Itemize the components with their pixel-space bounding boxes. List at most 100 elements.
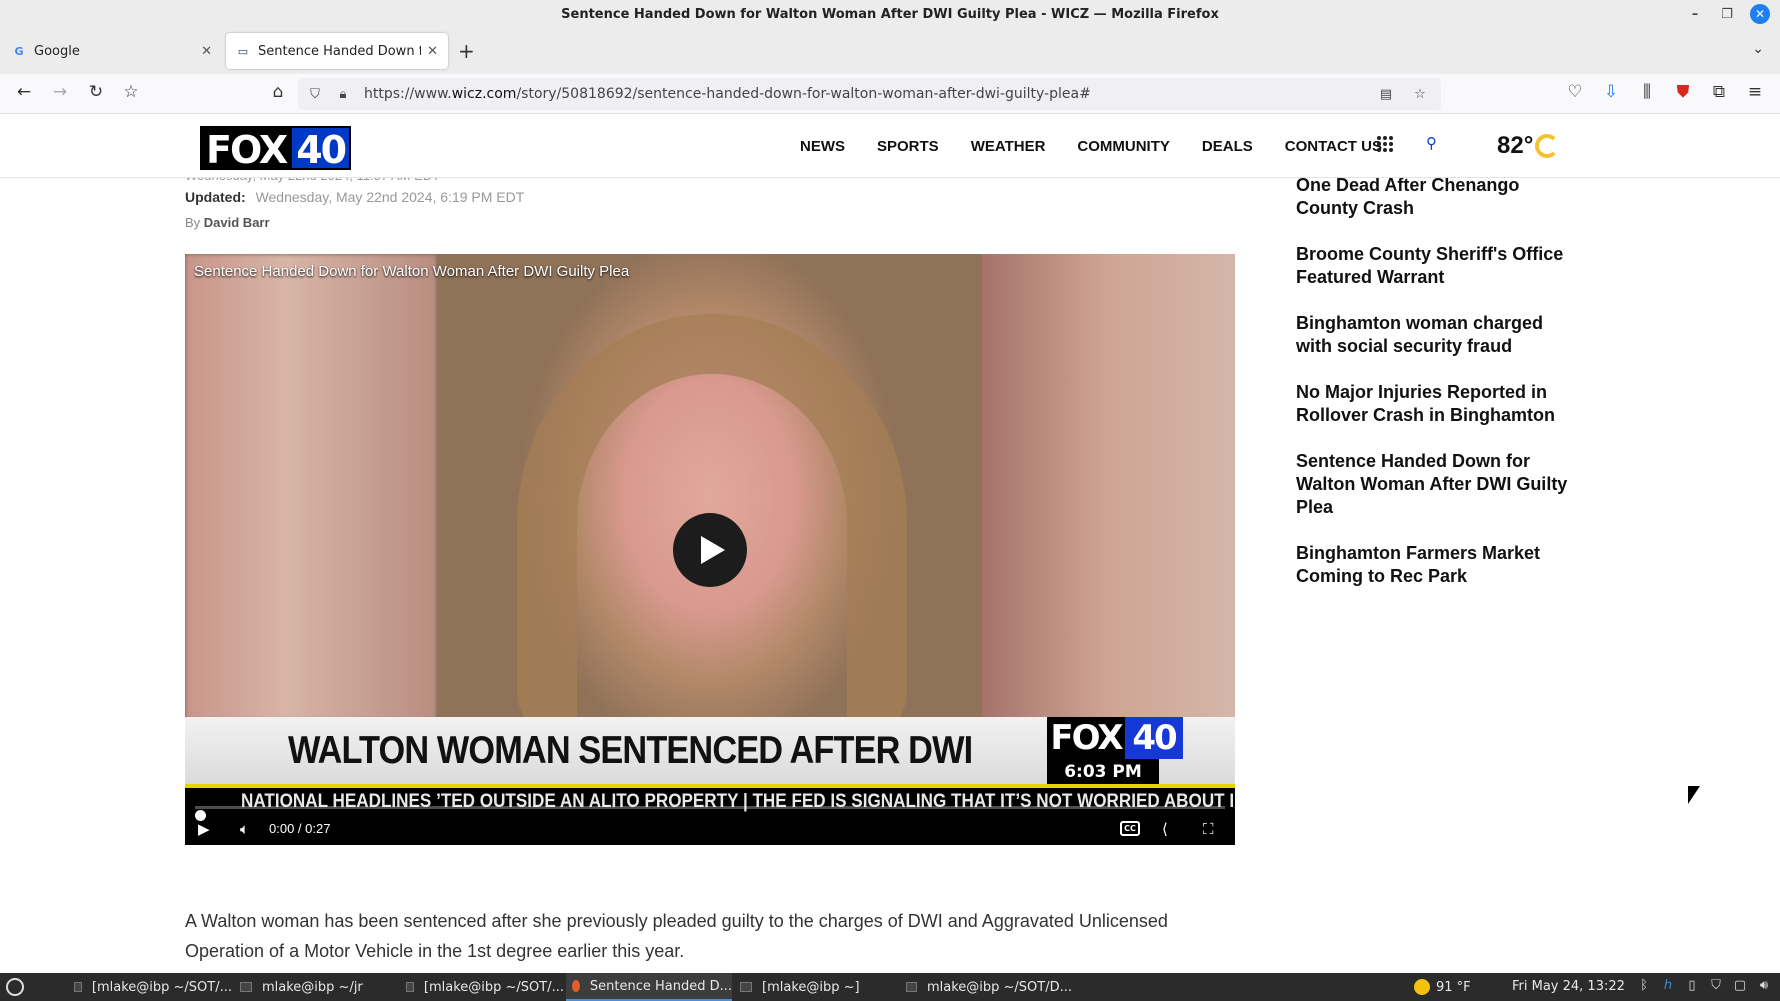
tray-weather[interactable]: 91 °F xyxy=(1414,979,1471,995)
tray-temperature: 91 °F xyxy=(1436,979,1471,995)
security-shield-icon[interactable]: ⛉ xyxy=(1708,978,1724,994)
sidebar-story[interactable]: Sentence Handed Down for Walton Woman Af… xyxy=(1296,450,1576,519)
weather-widget[interactable]: 82° xyxy=(1497,132,1560,160)
article-body: A Walton woman has been sentenced after … xyxy=(185,911,1168,961)
url-domain: wicz.com xyxy=(451,86,517,102)
logo-number: 40 xyxy=(292,126,352,172)
url-path: /story/50818692/sentence-handed-down-for… xyxy=(516,86,1091,102)
author-link[interactable]: David Barr xyxy=(204,215,270,230)
fox40-logo[interactable]: FOX 40 xyxy=(200,126,352,172)
close-tab-icon[interactable]: ✕ xyxy=(201,44,212,59)
url-bar[interactable]: ⛉ 🔒︎ https://www.wicz.com/story/50818692… xyxy=(298,78,1441,110)
video-player[interactable]: Sentence Handed Down for Walton Woman Af… xyxy=(185,254,1235,845)
tracking-protection-icon[interactable]: ⛉ xyxy=(304,87,326,102)
taskbar-terminal-2[interactable]: mlake@ibp ~/jr xyxy=(234,973,398,1001)
hp-printer-icon[interactable]: ℎ xyxy=(1660,978,1676,994)
sidebar-story[interactable]: Binghamton woman charged with social sec… xyxy=(1296,312,1576,358)
big-play-button[interactable] xyxy=(673,513,747,587)
video-frame-right-blur xyxy=(982,254,1235,720)
task-label: Sentence Handed D... xyxy=(589,978,732,994)
bookmark-star-icon[interactable]: ☆ xyxy=(1409,87,1431,102)
terminal-icon xyxy=(906,982,917,992)
home-icon[interactable]: ⌂ xyxy=(266,82,290,102)
volume-icon[interactable]: 🔈︎ xyxy=(240,820,249,838)
close-tab-icon[interactable]: ✕ xyxy=(427,44,438,59)
logo-fox-text: FOX xyxy=(200,126,293,172)
sidebar-story[interactable]: No Major Injuries Reported in Rollover C… xyxy=(1296,381,1576,427)
volume-tray-icon[interactable]: 🔊︎ xyxy=(1756,978,1772,994)
extensions-icon[interactable]: ⧉ xyxy=(1707,82,1731,102)
taskbar-terminal-1[interactable]: [mlake@ibp ~/SOT/... xyxy=(68,973,232,1001)
video-frame-left-blur xyxy=(185,254,437,720)
nav-weather[interactable]: WEATHER xyxy=(971,138,1046,155)
back-icon[interactable]: ← xyxy=(12,82,36,102)
sidebar-story[interactable]: One Dead After Chenango County Crash xyxy=(1296,174,1576,220)
tray-clock[interactable]: Fri May 24, 13:22 xyxy=(1512,979,1625,994)
library-icon[interactable]: ⫼ xyxy=(1635,82,1659,102)
byline: By David Barr xyxy=(185,215,270,230)
taskbar-firefox[interactable]: Sentence Handed D... xyxy=(566,973,732,1001)
temperature: 82° xyxy=(1497,132,1534,159)
terminal-icon xyxy=(406,982,414,992)
google-favicon-icon: G xyxy=(14,44,24,58)
closed-captions-icon[interactable]: CC xyxy=(1120,821,1140,836)
start-menu-icon[interactable] xyxy=(6,978,24,996)
menu-icon[interactable]: ≡ xyxy=(1743,82,1767,102)
system-taskbar: [mlake@ibp ~/SOT/... mlake@ibp ~/jr [mla… xyxy=(0,973,1780,1001)
tab-label: Google xyxy=(34,43,80,59)
play-pause-icon[interactable]: ▶ xyxy=(198,820,210,838)
fullscreen-icon[interactable]: ⛶ xyxy=(1203,820,1214,838)
pocket-icon[interactable]: ♡ xyxy=(1563,82,1587,102)
search-icon[interactable]: ⚲ xyxy=(1426,134,1437,152)
maximize-icon[interactable]: ❐ xyxy=(1718,7,1736,22)
firefox-icon xyxy=(572,980,580,992)
lower-third-logo-number: 40 xyxy=(1125,717,1183,759)
task-label: [mlake@ibp ~/SOT/... xyxy=(91,979,232,995)
news-ticker: NATIONAL HEADLINES ’TED OUTSIDE AN ALITO… xyxy=(185,784,1235,814)
extension-icon[interactable]: ☆ xyxy=(119,82,143,102)
nav-contact-us[interactable]: CONTACT US xyxy=(1285,138,1382,155)
taskbar-terminal-3[interactable]: [mlake@ibp ~/SOT/... xyxy=(400,973,564,1001)
task-label: [mlake@ibp ~] xyxy=(762,979,860,995)
lock-icon[interactable]: 🔒︎ xyxy=(332,87,354,102)
apps-grid-icon[interactable] xyxy=(1377,136,1393,152)
window-titlebar: Sentence Handed Down for Walton Woman Af… xyxy=(0,0,1780,28)
nav-community[interactable]: COMMUNITY xyxy=(1077,138,1170,155)
terminal-icon xyxy=(240,982,252,992)
downloads-icon[interactable]: ⇩ xyxy=(1599,82,1623,102)
clipboard-icon[interactable]: ▯ xyxy=(1684,978,1700,994)
time-display: 0:00 / 0:27 xyxy=(269,821,331,836)
tab-article[interactable]: ▭ Sentence Handed Down for ✕ xyxy=(226,33,448,69)
forward-icon[interactable]: → xyxy=(48,82,72,102)
taskbar-terminal-4[interactable]: [mlake@ibp ~] xyxy=(734,973,898,1001)
minimize-icon[interactable]: – xyxy=(1686,7,1704,22)
share-icon[interactable]: ⟨ xyxy=(1162,820,1168,838)
display-icon[interactable]: ▢ xyxy=(1732,978,1748,994)
bluetooth-icon[interactable]: ᛒ xyxy=(1636,978,1652,994)
lower-third: WALTON WOMAN SENTENCED AFTER DWI FOX 40 … xyxy=(185,717,1235,789)
nav-news[interactable]: NEWS xyxy=(800,138,845,155)
tab-bar: G Google ✕ ▭ Sentence Handed Down for ✕ … xyxy=(0,28,1780,74)
ublock-icon[interactable]: ⛊ xyxy=(1671,82,1695,102)
nav-sports[interactable]: SPORTS xyxy=(877,138,939,155)
lower-third-logo-fox: FOX xyxy=(1047,717,1125,759)
reader-view-icon[interactable]: ▤ xyxy=(1375,87,1397,102)
nav-deals[interactable]: DEALS xyxy=(1202,138,1253,155)
task-label: mlake@ibp ~/jr xyxy=(262,979,363,995)
url-prefix: https://www. xyxy=(364,86,452,102)
sidebar-story[interactable]: Broome County Sheriff's Office Featured … xyxy=(1296,243,1576,289)
play-icon xyxy=(701,536,725,564)
url-text[interactable]: https://www.wicz.com/story/50818692/sent… xyxy=(364,86,1369,102)
updated-value: Wednesday, May 22nd 2024, 6:19 PM EDT xyxy=(255,189,525,205)
close-window-icon[interactable]: ✕ xyxy=(1750,4,1770,24)
list-all-tabs-icon[interactable]: ⌄ xyxy=(1752,41,1764,57)
window-title: Sentence Handed Down for Walton Woman Af… xyxy=(561,6,1219,22)
taskbar-terminal-5[interactable]: mlake@ibp ~/SOT/D... xyxy=(900,973,1072,1001)
new-tab-icon[interactable]: + xyxy=(458,39,475,63)
progress-bar[interactable] xyxy=(195,806,1225,809)
lower-third-headline: WALTON WOMAN SENTENCED AFTER DWI xyxy=(288,729,973,772)
tab-google[interactable]: G Google ✕ xyxy=(2,33,222,69)
task-label: mlake@ibp ~/SOT/D... xyxy=(926,979,1072,995)
sidebar-story[interactable]: Binghamton Farmers Market Coming to Rec … xyxy=(1296,542,1576,588)
reload-icon[interactable]: ↻ xyxy=(84,82,108,102)
